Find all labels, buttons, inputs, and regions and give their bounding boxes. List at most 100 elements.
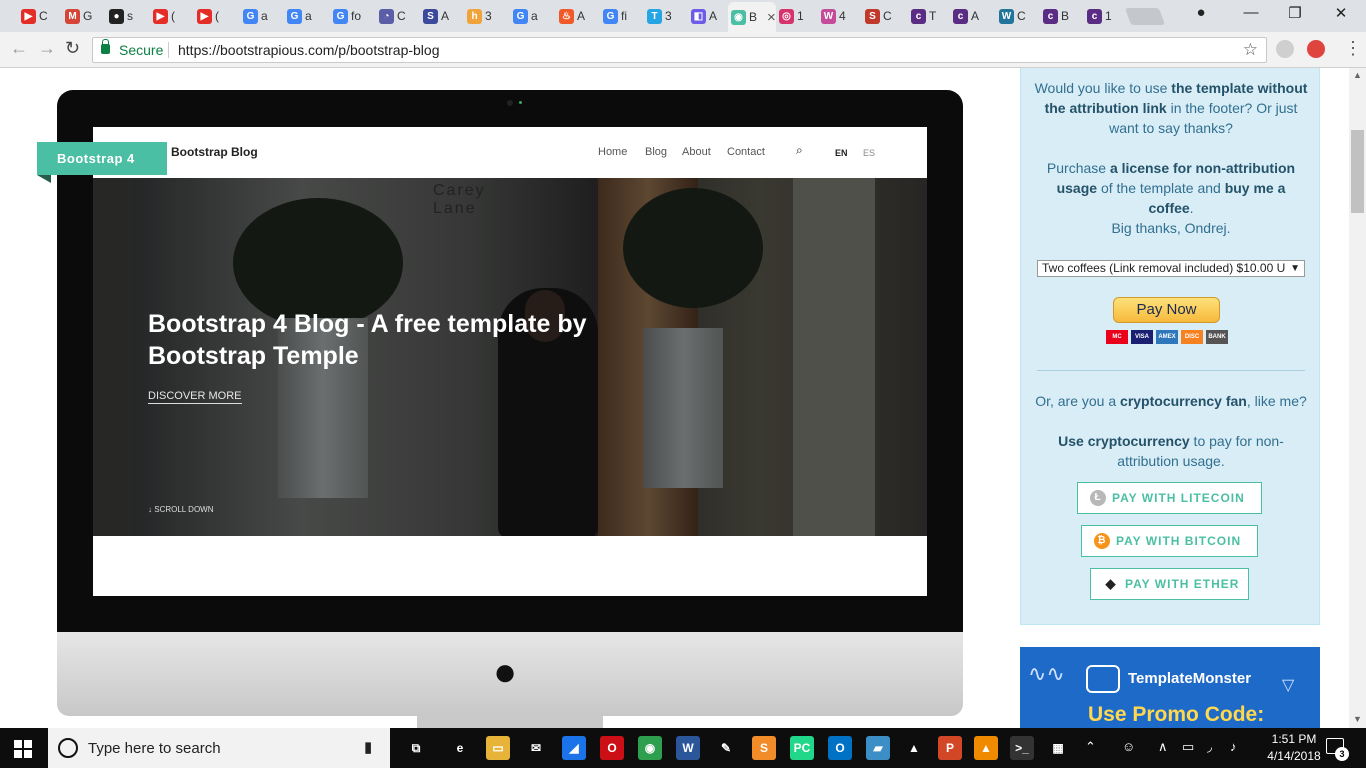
app-book-icon[interactable]: ▰ bbox=[866, 736, 890, 760]
file-explorer-icon[interactable]: ▭ bbox=[486, 736, 510, 760]
sublime-icon[interactable]: S bbox=[752, 736, 776, 760]
menu-icon[interactable]: ⋮ bbox=[1344, 38, 1362, 59]
templatemonster-ad[interactable]: ∿∿ TemplateMonster ▽ Use Promo Code: bbox=[1020, 647, 1320, 728]
volume-icon[interactable]: ♪ bbox=[1230, 739, 1237, 754]
apple-logo-icon: ● bbox=[493, 650, 518, 694]
browser-tab[interactable]: ▶( bbox=[150, 4, 192, 28]
camera-icon bbox=[507, 100, 513, 106]
ad-brand: TemplateMonster bbox=[1128, 670, 1252, 687]
edge-icon[interactable]: e bbox=[448, 736, 472, 760]
browser-tab[interactable]: ▶( bbox=[194, 4, 236, 28]
hero-title: Bootstrap 4 Blog - A free template by Bo… bbox=[148, 310, 587, 370]
opera-extension-icon[interactable] bbox=[1307, 40, 1325, 58]
pay-with-bitcoin-button[interactable]: ₿ PAY WITH BITCOIN bbox=[1081, 525, 1258, 557]
word-icon[interactable]: W bbox=[676, 736, 700, 760]
shield-icon: ◧ bbox=[691, 8, 706, 24]
tab-title: ( bbox=[215, 9, 219, 23]
new-tab-button[interactable] bbox=[1124, 8, 1166, 25]
browser-tab[interactable]: Ga bbox=[240, 4, 282, 28]
divider bbox=[168, 42, 169, 58]
tab-title: a bbox=[261, 9, 268, 23]
preview-brand: Bootstrap Blog bbox=[171, 145, 258, 159]
browser-tab[interactable]: W4 bbox=[818, 4, 860, 28]
tray-overflow-icon[interactable]: ⌃ bbox=[1085, 739, 1096, 755]
scroll-up-icon[interactable]: ▲ bbox=[1353, 70, 1362, 80]
imac-chin: ● bbox=[57, 632, 963, 716]
s-icon: S bbox=[423, 8, 438, 24]
browser-tab[interactable]: MG bbox=[62, 4, 104, 28]
t-icon: T bbox=[647, 8, 662, 24]
browser-tab[interactable]: SA bbox=[420, 4, 462, 28]
people-icon[interactable]: ☺ bbox=[1122, 739, 1135, 754]
page-scrollbar[interactable]: ▲ ▼ bbox=[1349, 68, 1366, 728]
browser-tab[interactable]: Gfo bbox=[330, 4, 372, 28]
powerpoint-icon[interactable]: P bbox=[938, 736, 962, 760]
coffee-option-select[interactable]: Two coffees (Link removal included) $10.… bbox=[1037, 260, 1305, 277]
browser-tab[interactable]: T3 bbox=[644, 4, 686, 28]
browser-tab[interactable]: h3 bbox=[464, 4, 506, 28]
template-preview[interactable]: Bootstrap Blog Home Blog About Contact ⌕… bbox=[93, 127, 927, 596]
wordpress-icon: W bbox=[999, 8, 1014, 24]
paint-icon[interactable]: ✎ bbox=[714, 736, 738, 760]
browser-tab[interactable]: ● s bbox=[106, 4, 148, 28]
browser-tab[interactable]: ◧ A bbox=[688, 4, 730, 28]
reload-icon[interactable]: ↻ bbox=[65, 38, 80, 59]
tab-title: A bbox=[971, 9, 980, 23]
close-window-button[interactable]: ✕ bbox=[1330, 4, 1352, 24]
browser-tab[interactable]: ◎ 1 bbox=[776, 4, 818, 28]
bookmark-star-icon[interactable]: ☆ bbox=[1243, 40, 1258, 60]
minimize-button[interactable]: — bbox=[1240, 4, 1262, 24]
bank-icon: BANK bbox=[1206, 330, 1228, 344]
bootstrapious-icon: ◉ bbox=[731, 9, 746, 25]
tab-title: C bbox=[883, 9, 892, 23]
profile-icon[interactable]: ● bbox=[1190, 4, 1212, 24]
paypal-pay-now-button[interactable]: Pay Now bbox=[1113, 297, 1220, 323]
tab-title: A bbox=[709, 9, 718, 23]
close-tab-icon[interactable]: × bbox=[767, 9, 776, 26]
extension-icon[interactable] bbox=[1276, 40, 1294, 58]
browser-tab[interactable]: c1 bbox=[1084, 4, 1126, 28]
microphone-icon[interactable]: ▮ bbox=[364, 738, 372, 756]
browser-tab[interactable]: ♨ A bbox=[556, 4, 598, 28]
forward-icon[interactable]: → bbox=[38, 38, 56, 59]
chrome-icon[interactable]: ◉ bbox=[638, 736, 662, 760]
browser-tab[interactable]: Gfi bbox=[600, 4, 642, 28]
tab-title: C bbox=[1017, 9, 1026, 23]
templatemonster-logo-icon bbox=[1086, 665, 1120, 693]
browser-tab[interactable]: cA bbox=[950, 4, 992, 28]
clapper-icon[interactable]: ▦ bbox=[1046, 736, 1070, 760]
browser-tab[interactable]: cT bbox=[908, 4, 950, 28]
back-icon[interactable]: ← bbox=[10, 38, 28, 59]
browser-tab[interactable]: ▶ C bbox=[18, 4, 60, 28]
browser-tab[interactable]: SC bbox=[862, 4, 904, 28]
app-blue-icon[interactable]: ◢ bbox=[562, 736, 586, 760]
url-text[interactable]: https://bootstrapious.com/p/bootstrap-bl… bbox=[178, 42, 439, 58]
terminal-icon[interactable]: >_ bbox=[1010, 736, 1034, 760]
pay-with-ether-button[interactable]: ◆ PAY WITH ETHER bbox=[1090, 568, 1249, 600]
opera-icon[interactable]: O bbox=[600, 736, 624, 760]
vlc-icon[interactable]: ▲ bbox=[974, 736, 998, 760]
taskbar-clock[interactable]: 1:51 PM 4/14/2018 bbox=[1264, 731, 1324, 765]
restore-button[interactable]: ❐ bbox=[1284, 4, 1306, 24]
pay-with-litecoin-button[interactable]: Ł PAY WITH LITECOIN bbox=[1077, 482, 1262, 514]
task-view-icon[interactable]: ⧉ bbox=[404, 736, 428, 760]
address-bar[interactable]: Secure https://bootstrapious.com/p/boots… bbox=[92, 37, 1267, 63]
scroll-down-icon[interactable]: ▼ bbox=[1353, 714, 1362, 724]
taskbar-search-box[interactable]: Type here to search ▮ bbox=[48, 728, 390, 768]
browser-tab[interactable]: ◔ C bbox=[376, 4, 418, 28]
windows-start-icon[interactable] bbox=[14, 740, 32, 758]
browser-tab[interactable]: Ga bbox=[510, 4, 552, 28]
photos-icon[interactable]: ▲ bbox=[902, 736, 926, 760]
github-icon: ● bbox=[109, 8, 124, 24]
outlook-icon[interactable]: O bbox=[828, 736, 852, 760]
show-hidden-icon[interactable]: ∧ bbox=[1158, 739, 1168, 755]
pycharm-icon[interactable]: PC bbox=[790, 736, 814, 760]
browser-tab[interactable]: ◉ B × bbox=[728, 2, 776, 32]
battery-icon[interactable]: ▭ bbox=[1182, 739, 1194, 755]
wifi-icon[interactable]: ◞ bbox=[1207, 739, 1212, 755]
browser-tab[interactable]: Ga bbox=[284, 4, 326, 28]
scrollbar-thumb[interactable] bbox=[1351, 130, 1364, 213]
browser-tab[interactable]: cB bbox=[1040, 4, 1082, 28]
mail-icon[interactable]: ✉ bbox=[524, 736, 548, 760]
browser-tab[interactable]: WC bbox=[996, 4, 1038, 28]
